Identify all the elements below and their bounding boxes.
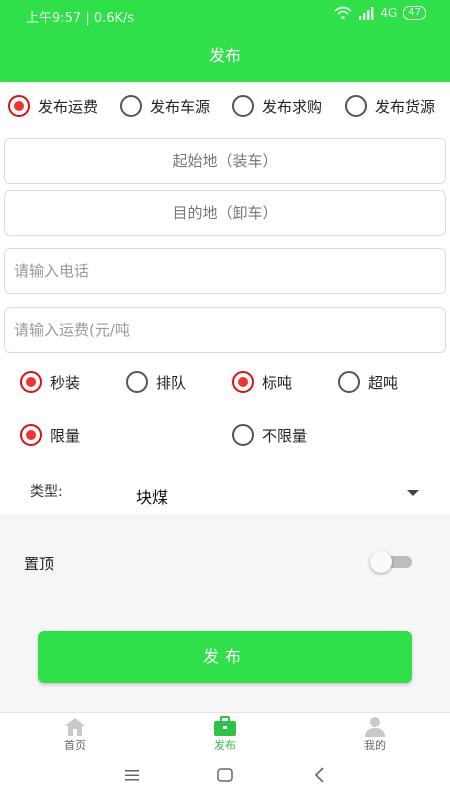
radio-publish-vehicle[interactable]: 发布车源 (120, 95, 210, 117)
radio-label: 不限量 (262, 426, 308, 445)
home-square-icon[interactable] (213, 765, 237, 785)
dropdown-arrow-icon (407, 490, 419, 496)
radio-publish-freight[interactable]: 发布运费 (8, 95, 98, 117)
system-nav-bar (0, 750, 450, 800)
radio-label: 发布货源 (375, 97, 436, 116)
battery-icon: 47 (403, 6, 426, 20)
signal-icon (359, 6, 374, 20)
radio-label: 秒装 (50, 373, 81, 392)
radio-label: 标吨 (262, 373, 293, 392)
back-icon[interactable] (308, 765, 332, 785)
radio-label: 限量 (50, 426, 81, 445)
radio-checked-icon (20, 371, 42, 393)
pin-top-toggle[interactable] (370, 551, 412, 573)
radio-unchecked-icon (120, 95, 142, 117)
radio-limited[interactable]: 限量 (20, 424, 80, 446)
quantity-options-group: 限量 不限量 (20, 424, 440, 450)
status-icons: 4G 47 (334, 6, 426, 20)
radio-queue[interactable]: 排队 (126, 371, 186, 393)
bottom-tab-bar: 首页 发布 我的 (0, 712, 450, 753)
status-time-speed: 上午9:57 | 0.6K/s (26, 11, 135, 26)
radio-label: 发布运费 (38, 97, 99, 116)
radio-unchecked-icon (345, 95, 367, 117)
user-icon (365, 717, 385, 737)
radio-publish-purchase[interactable]: 发布求购 (232, 95, 322, 117)
loading-options-group: 秒装 排队 标吨 超吨 (20, 371, 440, 397)
publish-button[interactable]: 发布 (38, 631, 412, 683)
radio-label: 发布求购 (262, 97, 323, 116)
tab-mine[interactable]: 我的 (345, 715, 405, 753)
publish-type-group: 发布运费 发布车源 发布求购 发布货源 (8, 95, 450, 123)
radio-unchecked-icon (338, 371, 360, 393)
radio-checked-icon (20, 424, 42, 446)
destination-input[interactable]: 目的地（卸车） (4, 190, 446, 236)
type-value: 块煤 (136, 488, 169, 507)
type-select[interactable]: 类型: 块煤 (0, 468, 450, 514)
radio-label: 超吨 (368, 373, 399, 392)
pin-top-label: 置顶 (24, 555, 55, 573)
radio-unchecked-icon (232, 424, 254, 446)
radio-unchecked-icon (126, 371, 148, 393)
radio-publish-goods[interactable]: 发布货源 (345, 95, 435, 117)
radio-over-ton[interactable]: 超吨 (338, 371, 398, 393)
radio-instant-load[interactable]: 秒装 (20, 371, 80, 393)
radio-label: 发布车源 (150, 97, 211, 116)
freight-input[interactable]: 请输入运费(元/吨 (4, 307, 446, 353)
toggle-knob (370, 551, 392, 573)
briefcase-icon (214, 716, 236, 736)
radio-standard-ton[interactable]: 标吨 (232, 371, 292, 393)
wifi-icon (334, 6, 352, 20)
tab-publish[interactable]: 发布 (195, 715, 255, 753)
radio-unchecked-icon (232, 95, 254, 117)
phone-input[interactable]: 请输入电话 (4, 248, 446, 294)
radio-checked-icon (232, 371, 254, 393)
menu-icon[interactable] (120, 765, 144, 785)
radio-label: 排队 (156, 373, 187, 392)
radio-unlimited[interactable]: 不限量 (232, 424, 307, 446)
origin-input[interactable]: 起始地（装车） (4, 138, 446, 184)
page-title: 发布 (0, 30, 450, 82)
type-label: 类型: (30, 484, 63, 500)
status-bar: 上午9:57 | 0.6K/s 4G 47 (0, 0, 450, 30)
tab-home[interactable]: 首页 (45, 715, 105, 753)
radio-checked-icon (8, 95, 30, 117)
network-type: 4G (380, 6, 398, 20)
home-icon (65, 718, 85, 736)
